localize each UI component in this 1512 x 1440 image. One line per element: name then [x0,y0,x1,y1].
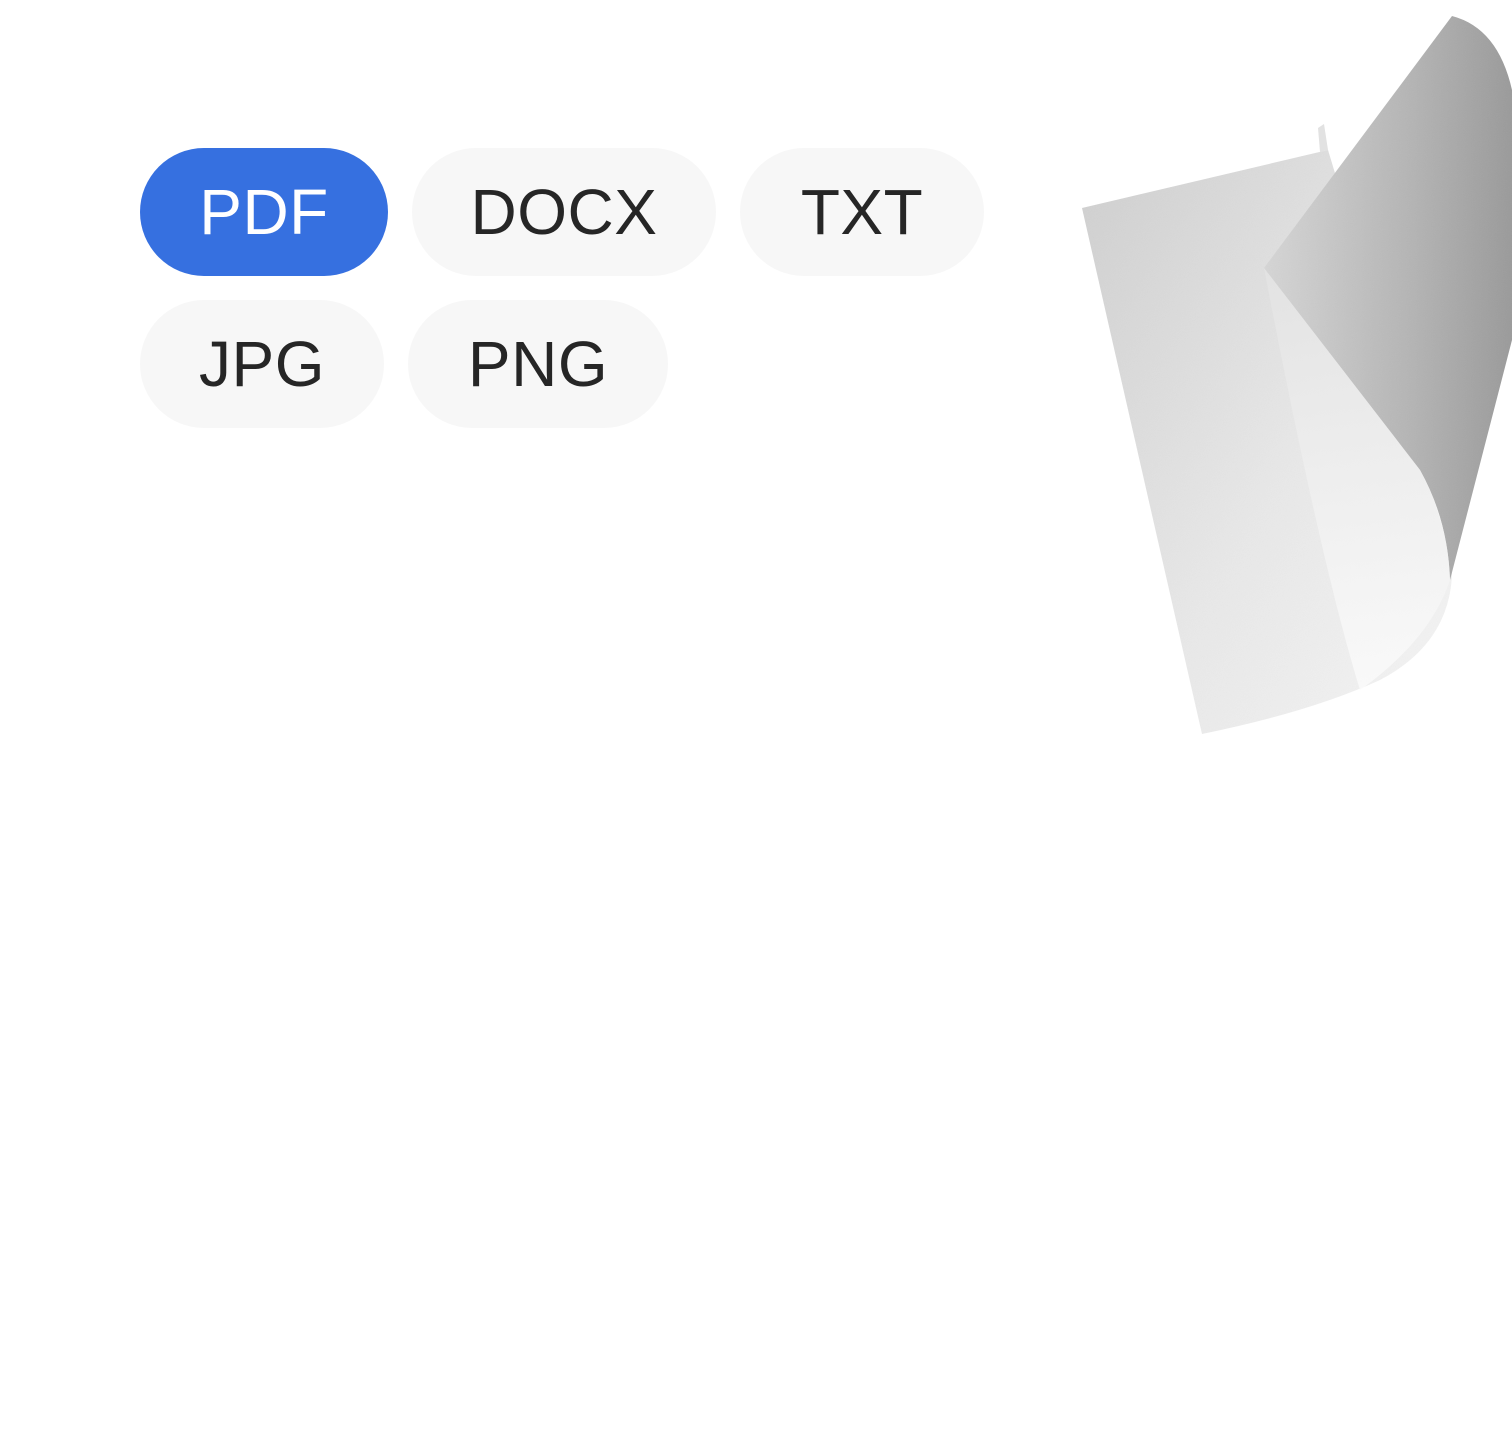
format-chip-docx[interactable]: DOCX [412,148,716,276]
curled-paper-document-icon [1060,0,1512,760]
format-selector-panel: PDF DOCX TXT JPG PNG [0,0,1512,1440]
format-chip-png[interactable]: PNG [408,300,668,428]
format-chip-pdf[interactable]: PDF [140,148,388,276]
format-chip-txt[interactable]: TXT [740,148,984,276]
format-chip-jpg[interactable]: JPG [140,300,384,428]
format-chip-row: PDF DOCX TXT [140,148,984,276]
format-chip-row: JPG PNG [140,300,668,428]
